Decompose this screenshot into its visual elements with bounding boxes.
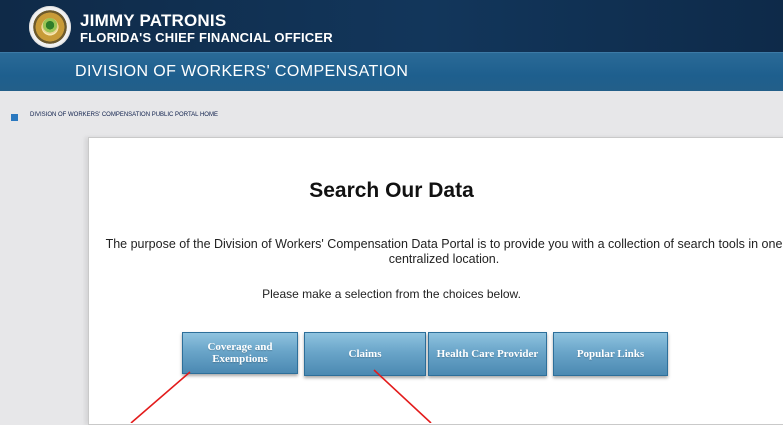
popular-links-button[interactable]: Popular Links	[553, 332, 668, 376]
coverage-and-exemptions-button[interactable]: Coverage and Exemptions	[182, 332, 298, 374]
health-care-provider-button[interactable]: Health Care Provider	[428, 332, 547, 376]
portal-description: The purpose of the Division of Workers' …	[105, 237, 783, 266]
division-banner: DIVISION OF WORKERS' COMPENSATION	[0, 52, 783, 91]
cfo-title: FLORIDA'S CHIEF FINANCIAL OFFICER	[80, 30, 333, 45]
breadcrumb: DIVISION OF WORKERS' COMPENSATION PUBLIC…	[0, 112, 783, 126]
cfo-name: JIMMY PATRONIS	[80, 11, 227, 30]
site-header: JIMMY PATRONIS FLORIDA'S CHIEF FINANCIAL…	[0, 0, 783, 52]
page-title: Search Our Data	[309, 179, 474, 202]
breadcrumb-marker-icon	[11, 114, 18, 121]
claims-button[interactable]: Claims	[304, 332, 426, 376]
seal-center-icon	[42, 18, 58, 34]
florida-cfo-seal-icon[interactable]	[29, 6, 71, 48]
selection-prompt: Please make a selection from the choices…	[262, 287, 521, 301]
division-title[interactable]: DIVISION OF WORKERS' COMPENSATION	[75, 63, 408, 81]
breadcrumb-portal-home-link[interactable]: DIVISION OF WORKERS' COMPENSATION PUBLIC…	[30, 112, 218, 118]
